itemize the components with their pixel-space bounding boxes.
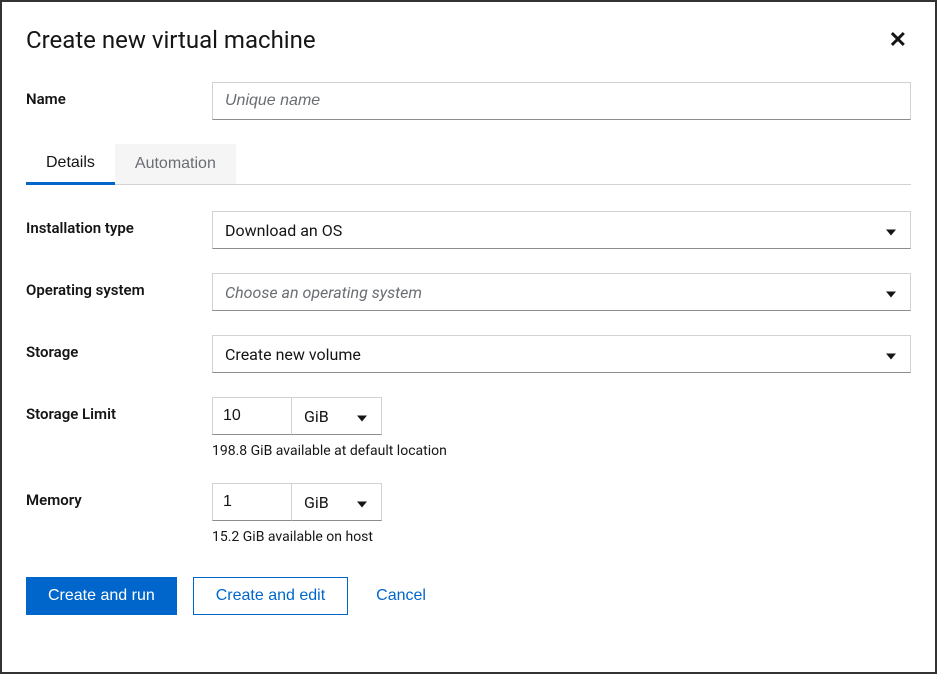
memory-input[interactable] bbox=[212, 483, 292, 521]
close-icon: ✕ bbox=[889, 27, 907, 52]
operating-system-label: Operating system bbox=[26, 273, 212, 299]
chevron-down-icon bbox=[886, 221, 896, 240]
installation-type-row: Installation type Download an OS bbox=[26, 211, 911, 249]
create-and-run-button[interactable]: Create and run bbox=[26, 577, 177, 615]
storage-value: Create new volume bbox=[225, 345, 361, 364]
close-button[interactable]: ✕ bbox=[885, 27, 911, 53]
memory-helper: 15.2 GiB available on host bbox=[212, 529, 911, 545]
footer-buttons: Create and run Create and edit Cancel bbox=[26, 577, 911, 615]
chevron-down-icon bbox=[357, 493, 367, 512]
chevron-down-icon bbox=[886, 345, 896, 364]
storage-select[interactable]: Create new volume bbox=[212, 335, 911, 373]
operating-system-placeholder: Choose an operating system bbox=[225, 283, 422, 302]
create-and-edit-button[interactable]: Create and edit bbox=[193, 577, 348, 615]
name-row: Name bbox=[26, 82, 911, 120]
dialog-title: Create new virtual machine bbox=[26, 26, 316, 54]
cancel-button[interactable]: Cancel bbox=[364, 577, 438, 615]
storage-row: Storage Create new volume bbox=[26, 335, 911, 373]
operating-system-select[interactable]: Choose an operating system bbox=[212, 273, 911, 311]
tabs: Details Automation bbox=[26, 144, 911, 185]
tab-automation[interactable]: Automation bbox=[115, 144, 236, 184]
installation-type-label: Installation type bbox=[26, 211, 212, 237]
memory-label: Memory bbox=[26, 483, 212, 509]
chevron-down-icon bbox=[357, 407, 367, 426]
memory-unit-select[interactable]: GiB bbox=[292, 483, 382, 521]
storage-limit-input[interactable] bbox=[212, 397, 292, 435]
dialog-header: Create new virtual machine ✕ bbox=[26, 26, 911, 54]
name-label: Name bbox=[26, 82, 212, 108]
installation-type-value: Download an OS bbox=[225, 221, 342, 240]
operating-system-row: Operating system Choose an operating sys… bbox=[26, 273, 911, 311]
memory-unit: GiB bbox=[304, 493, 329, 512]
chevron-down-icon bbox=[886, 283, 896, 302]
storage-limit-label: Storage Limit bbox=[26, 397, 212, 423]
storage-limit-helper: 198.8 GiB available at default location bbox=[212, 443, 911, 459]
name-input[interactable] bbox=[212, 82, 911, 120]
storage-limit-unit: GiB bbox=[304, 407, 329, 426]
tab-details[interactable]: Details bbox=[26, 144, 115, 185]
storage-limit-row: Storage Limit GiB bbox=[26, 397, 911, 435]
storage-label: Storage bbox=[26, 335, 212, 361]
installation-type-select[interactable]: Download an OS bbox=[212, 211, 911, 249]
memory-row: Memory GiB bbox=[26, 483, 911, 521]
storage-limit-unit-select[interactable]: GiB bbox=[292, 397, 382, 435]
